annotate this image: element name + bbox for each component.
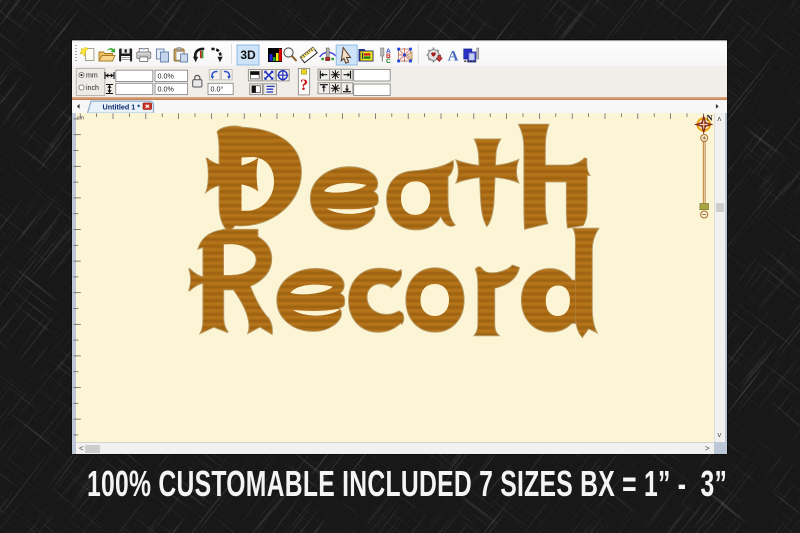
svg-text:0.0%: 0.0% bbox=[158, 71, 175, 80]
svg-text:C: C bbox=[386, 58, 391, 65]
svg-text:A: A bbox=[448, 49, 459, 65]
svg-text:mm: mm bbox=[86, 73, 98, 80]
svg-text:0.0°: 0.0° bbox=[211, 85, 224, 94]
svg-text:Untitled 1 *: Untitled 1 * bbox=[103, 102, 141, 111]
svg-text:inch: inch bbox=[86, 85, 99, 92]
svg-text:3D: 3D bbox=[240, 48, 256, 62]
svg-text:0.0%: 0.0% bbox=[158, 85, 175, 94]
svg-text:?: ? bbox=[300, 77, 308, 94]
